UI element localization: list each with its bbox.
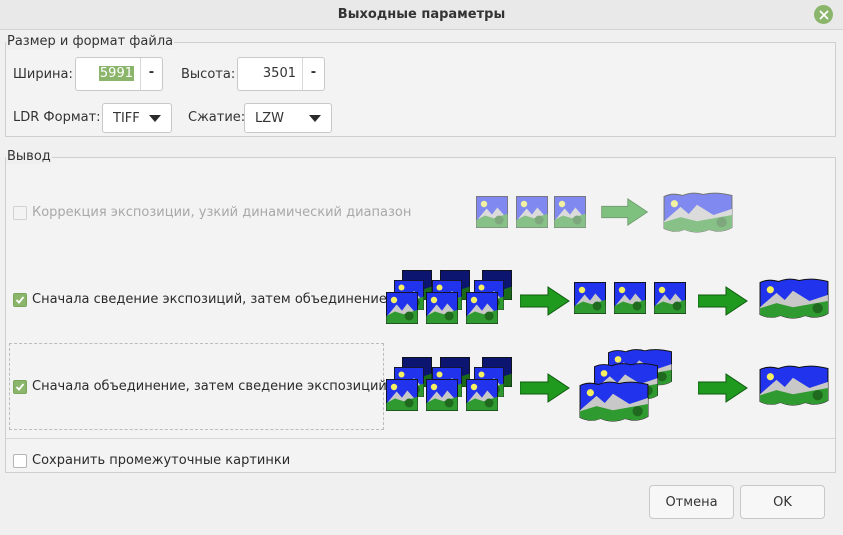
exposure-correction-checkbox[interactable] xyxy=(13,205,27,220)
exposure-correction-illustration xyxy=(476,192,733,233)
ok-button[interactable]: OK xyxy=(740,485,825,519)
arrow-right-icon xyxy=(601,198,648,226)
window-title: Выходные параметры xyxy=(337,7,506,22)
arrow-right-icon xyxy=(520,286,570,316)
title-bar: Выходные параметры xyxy=(0,0,843,30)
chevron-down-icon xyxy=(149,115,161,122)
compression-select[interactable]: LZW xyxy=(244,103,332,133)
width-value[interactable]: 5991 xyxy=(98,66,134,81)
arrow-right-icon xyxy=(698,286,748,316)
fuse-first-label: Сначала объединение, затем сведение эксп… xyxy=(32,379,387,394)
fuse-first-checkbox[interactable] xyxy=(13,379,27,394)
cancel-button[interactable]: Отмена xyxy=(649,485,734,519)
exposure-correction-option[interactable]: Коррекция экспозиции, узкий динамический… xyxy=(13,205,411,220)
exposure-correction-label: Коррекция экспозиции, узкий динамический… xyxy=(32,205,412,220)
checkmark-icon xyxy=(15,295,25,304)
width-stepper[interactable]: 5991 - xyxy=(75,57,163,91)
blend-first-checkbox[interactable] xyxy=(13,292,27,307)
output-separator xyxy=(6,438,835,439)
compression-value: LZW xyxy=(255,111,285,126)
save-intermediate-option[interactable]: Сохранить промежуточные картинки xyxy=(13,453,290,468)
close-button[interactable] xyxy=(814,5,833,24)
height-value[interactable]: 3501 xyxy=(263,66,296,81)
compression-label: Сжатие: xyxy=(188,110,246,125)
fuse-first-illustration xyxy=(386,349,829,422)
ldr-format-value: TIFF xyxy=(113,111,140,126)
close-icon xyxy=(819,10,828,19)
save-intermediate-checkbox[interactable] xyxy=(13,453,27,468)
height-decrement-button[interactable]: - xyxy=(302,58,324,90)
width-decrement-button[interactable]: - xyxy=(140,58,162,90)
width-label: Ширина: xyxy=(13,67,73,82)
ldr-format-label: LDR Формат: xyxy=(13,110,101,125)
checkmark-icon xyxy=(15,382,25,391)
chevron-down-icon xyxy=(309,115,321,122)
height-label: Высота: xyxy=(181,67,236,82)
arrow-right-icon xyxy=(520,373,570,403)
fuse-first-option[interactable]: Сначала объединение, затем сведение эксп… xyxy=(13,379,387,394)
blend-first-illustration xyxy=(386,270,829,325)
blend-first-label: Сначала сведение экспозиций, затем объед… xyxy=(32,292,387,307)
height-stepper[interactable]: 3501 - xyxy=(237,57,325,91)
output-group-title: Вывод xyxy=(6,149,52,164)
ldr-format-select[interactable]: TIFF xyxy=(102,103,172,133)
arrow-right-icon xyxy=(698,373,748,403)
blend-first-option[interactable]: Сначала сведение экспозиций, затем объед… xyxy=(13,292,387,307)
save-intermediate-label: Сохранить промежуточные картинки xyxy=(32,453,291,468)
size-format-group-title: Размер и формат файла xyxy=(6,34,175,49)
